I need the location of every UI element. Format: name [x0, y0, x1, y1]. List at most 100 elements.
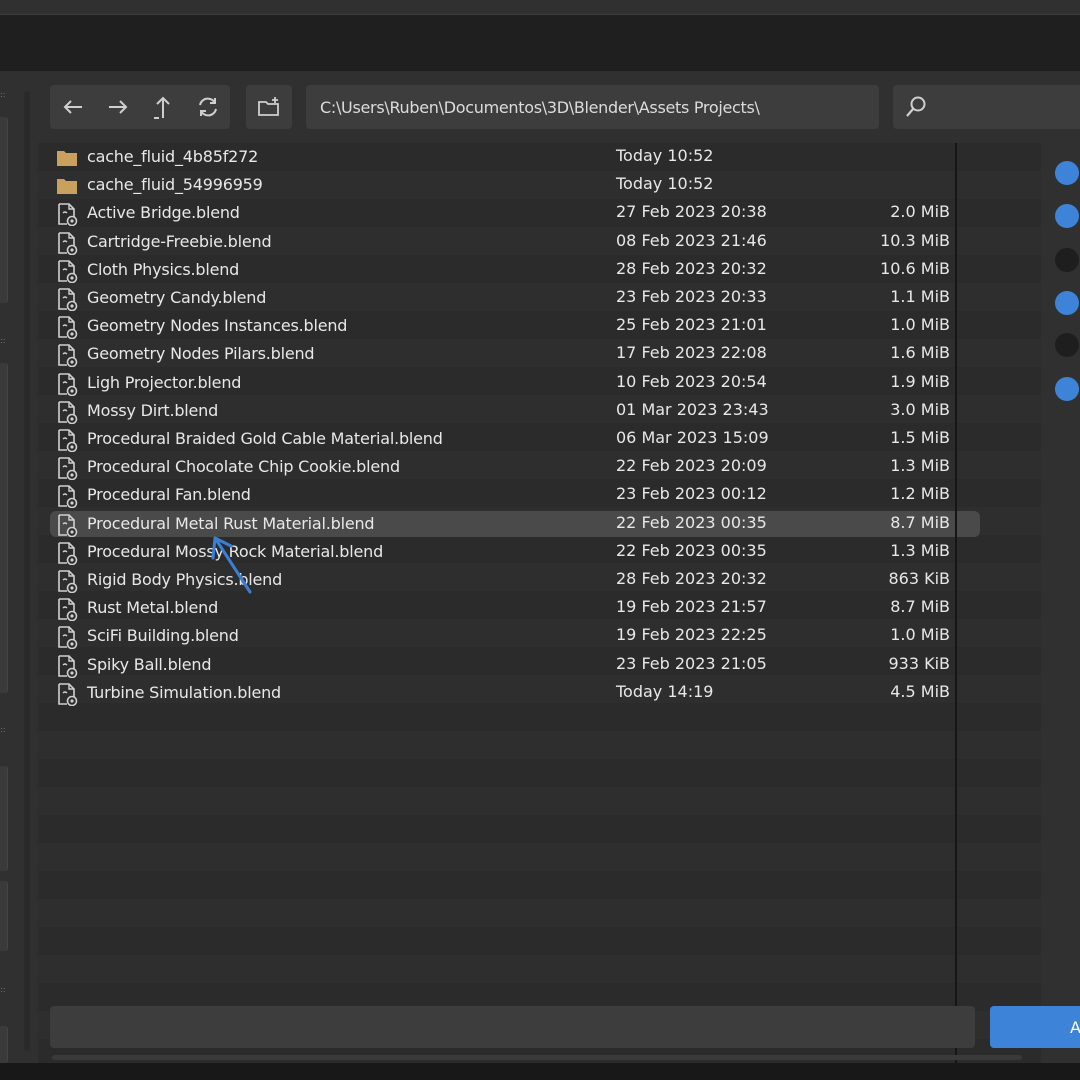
sidebar: :: :: :: :: — [0, 71, 36, 1063]
parent-directory-icon — [153, 96, 170, 119]
panel-grip-icon[interactable]: :: — [0, 337, 10, 345]
file-row[interactable]: SciFi Building.blend 19 Feb 2023 22:25 1.0… — [50, 623, 980, 650]
blend-file-icon — [56, 541, 78, 566]
file-size: 1.2 MiB — [890, 484, 950, 504]
blend-file-icon — [56, 513, 78, 537]
sidebar-panel — [0, 766, 8, 871]
file-date: 25 Feb 2023 21:01 — [616, 315, 767, 335]
file-size: 1.1 MiB — [890, 287, 950, 306]
folder-row[interactable]: cache_fluid_54996959 Today 10:52 — [50, 172, 980, 198]
file-row[interactable]: Procedural Fan.blend 23 Feb 2023 00:12 1.2… — [50, 482, 980, 509]
file-row[interactable]: Turbine Simulation.blend Today 14:19 4.5 M… — [50, 680, 980, 707]
file-row[interactable]: Cloth Physics.blend 28 Feb 2023 20:32 10.6… — [50, 257, 980, 284]
window-top-strip — [0, 0, 1080, 15]
folder-icon — [56, 146, 78, 170]
window-header — [0, 15, 1080, 71]
file-row[interactable]: Procedural Braided Gold Cable Material.b… — [50, 426, 980, 453]
file-row[interactable]: Geometry Nodes Pilars.blend 17 Feb 2023 2… — [50, 341, 980, 368]
file-size: 1.5 MiB — [890, 428, 950, 447]
parent-directory-button[interactable] — [140, 85, 185, 129]
back-button[interactable] — [50, 85, 95, 129]
option-checkbox[interactable] — [1055, 291, 1079, 315]
sidebar-panel — [0, 117, 8, 303]
horizontal-scrollbar[interactable] — [52, 1055, 1022, 1060]
blend-file-icon — [56, 654, 78, 678]
file-row[interactable]: Cartridge-Freebie.blend 08 Feb 2023 21:46… — [50, 229, 980, 255]
blend-file-icon — [56, 597, 78, 622]
sidebar-panel — [0, 881, 8, 951]
file-name: Geometry Nodes Instances.blend — [87, 316, 348, 336]
blend-file-icon — [56, 372, 78, 396]
blend-file-icon — [56, 315, 78, 340]
file-name: Geometry Nodes Pilars.blend — [87, 344, 315, 364]
new-folder-icon — [258, 97, 279, 116]
file-name: cache_fluid_4b85f272 — [87, 147, 259, 166]
file-row[interactable]: Rust Metal.blend 19 Feb 2023 21:57 8.7 MiB — [50, 595, 980, 622]
file-size: 863 KiB — [888, 569, 950, 588]
new-directory-button[interactable] — [246, 85, 292, 129]
file-name: Procedural Fan.blend — [87, 485, 251, 505]
back-arrow-icon — [63, 100, 82, 114]
filename-input[interactable] — [50, 1006, 975, 1048]
blend-file-icon — [56, 202, 78, 227]
file-row[interactable]: Geometry Nodes Instances.blend 25 Feb 202… — [50, 313, 980, 340]
file-row[interactable]: Mossy Dirt.blend 01 Mar 2023 23:43 3.0 MiB — [50, 398, 980, 425]
file-row[interactable]: Rigid Body Physics.blend 28 Feb 2023 20:3… — [50, 567, 980, 594]
file-name: Turbine Simulation.blend — [87, 682, 281, 702]
forward-button[interactable] — [95, 85, 140, 129]
file-size: 2.0 MiB — [890, 202, 950, 222]
file-date: Today 10:52 — [616, 174, 714, 194]
file-date: 19 Feb 2023 22:25 — [616, 625, 767, 645]
file-date: 23 Feb 2023 00:12 — [616, 484, 767, 504]
panel-grip-icon[interactable]: :: — [0, 726, 10, 734]
option-checkbox[interactable] — [1055, 333, 1079, 357]
sidebar-scrollbar[interactable] — [24, 91, 30, 1051]
file-row[interactable]: Procedural Mossy Rock Material.blend 22 F… — [50, 539, 980, 566]
file-row[interactable]: Geometry Candy.blend 23 Feb 2023 20:33 1.1… — [50, 285, 980, 312]
option-checkbox[interactable] — [1055, 204, 1079, 228]
file-row[interactable]: Spiky Ball.blend 23 Feb 2023 21:05 933 KiB — [50, 652, 980, 678]
search-input[interactable] — [893, 85, 1080, 129]
refresh-icon — [198, 97, 217, 117]
file-name: Cloth Physics.blend — [87, 259, 240, 279]
options-column — [1041, 143, 1080, 1063]
file-row[interactable]: Active Bridge.blend 27 Feb 2023 20:38 2.0 … — [50, 200, 980, 227]
directory-path-input[interactable]: C:\Users\Ruben\Documentos\3D\Blender\Ass… — [306, 85, 879, 129]
file-size: 8.7 MiB — [890, 597, 950, 617]
file-size: 1.3 MiB — [890, 540, 950, 560]
file-date: 28 Feb 2023 20:32 — [616, 258, 767, 278]
file-date: 22 Feb 2023 20:09 — [616, 456, 767, 476]
file-date: 22 Feb 2023 00:35 — [616, 512, 767, 532]
file-name: Procedural Braided Gold Cable Material.b… — [87, 429, 443, 448]
file-row[interactable]: Procedural Chocolate Chip Cookie.blend 22… — [50, 454, 980, 481]
file-row[interactable]: Ligh Projector.blend 10 Feb 2023 20:54 1.9… — [50, 370, 980, 396]
panel-grip-icon[interactable]: :: — [0, 986, 10, 994]
refresh-button[interactable] — [185, 85, 230, 129]
panel-grip-icon[interactable]: :: — [0, 91, 10, 99]
blend-file-icon — [56, 259, 78, 284]
file-name: cache_fluid_54996959 — [87, 175, 263, 195]
file-row[interactable]: Procedural Metal Rust Material.blend 22 F… — [50, 510, 980, 537]
blend-file-icon — [56, 456, 78, 481]
file-list-area[interactable]: cache_fluid_4b85f272 Today 10:52 cache_flu… — [38, 143, 1041, 1063]
blend-file-icon — [56, 400, 78, 425]
file-name: SciFi Building.blend — [87, 626, 239, 646]
option-checkbox[interactable] — [1055, 248, 1079, 272]
blend-file-icon — [56, 231, 78, 255]
window-bottom-strip — [0, 1063, 1080, 1080]
file-date: 23 Feb 2023 21:05 — [616, 653, 767, 673]
option-checkbox[interactable] — [1055, 161, 1079, 185]
option-checkbox[interactable] — [1055, 377, 1079, 401]
file-size: 1.3 MiB — [890, 456, 950, 476]
forward-arrow-icon — [108, 100, 127, 114]
file-size: 1.0 MiB — [890, 625, 950, 645]
sidebar-panel — [0, 1026, 8, 1063]
blend-file-icon — [56, 625, 78, 650]
folder-row[interactable]: cache_fluid_4b85f272 Today 10:52 — [50, 144, 980, 170]
folder-icon — [56, 174, 78, 198]
file-size: 933 KiB — [888, 653, 950, 673]
accept-button[interactable]: A — [990, 1006, 1080, 1048]
sidebar-panel — [0, 363, 8, 693]
file-name: Ligh Projector.blend — [87, 372, 242, 392]
file-date: 10 Feb 2023 20:54 — [616, 371, 767, 391]
